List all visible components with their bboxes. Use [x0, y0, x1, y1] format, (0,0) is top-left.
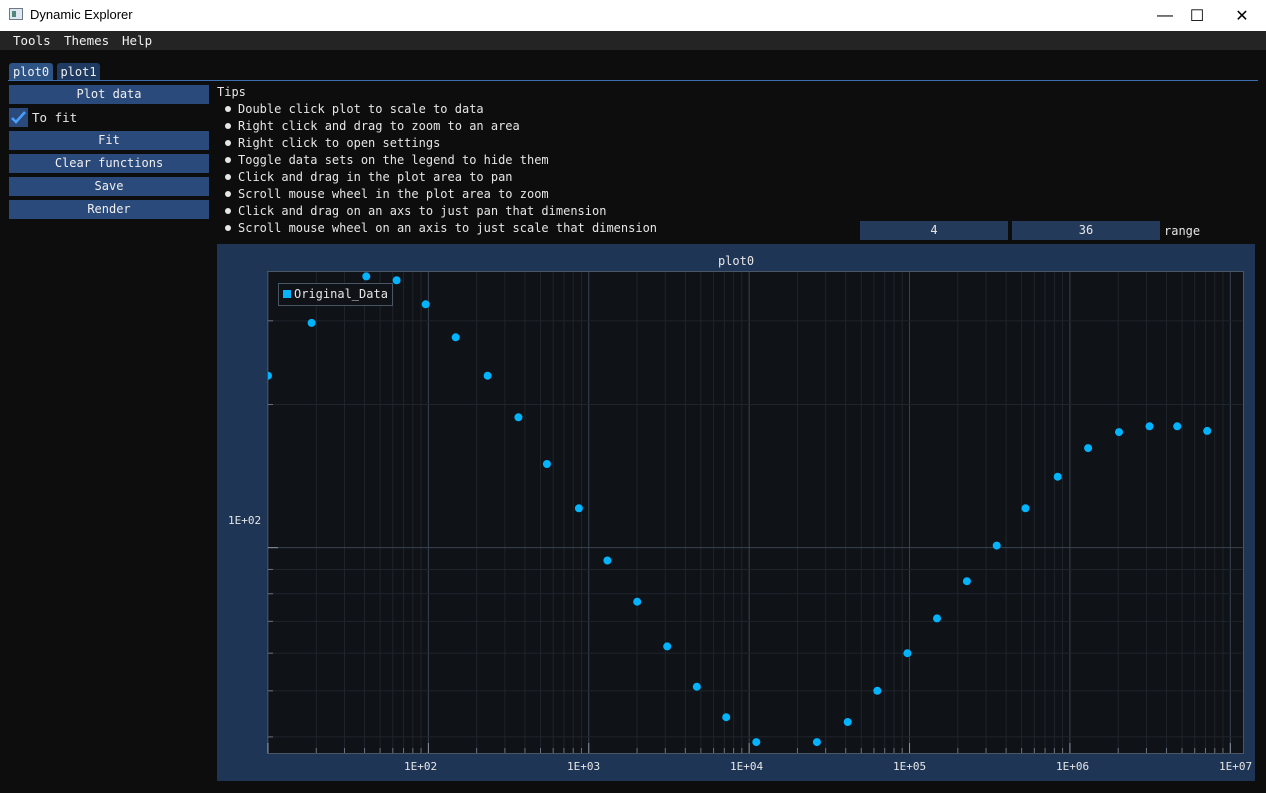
- menu-tools[interactable]: Tools: [13, 33, 51, 48]
- tip-item: Right click and drag to zoom to an area: [238, 119, 520, 133]
- app-icon: [9, 8, 23, 20]
- y-tick-label: 1E+02: [228, 514, 262, 527]
- tip-item: Right click to open settings: [238, 136, 441, 150]
- window-title: Dynamic Explorer: [30, 7, 133, 22]
- bullet-icon: [225, 157, 231, 163]
- bullet-icon: [225, 208, 231, 214]
- x-tick-label: 1E+03: [567, 760, 601, 773]
- bullet-icon: [225, 140, 231, 146]
- tip-item: Scroll mouse wheel on an axis to just sc…: [238, 221, 658, 235]
- range-min-input[interactable]: 4: [860, 221, 1008, 240]
- window-titlebar: Dynamic Explorer — ☐ ✕: [0, 0, 1266, 31]
- clear-functions-button[interactable]: Clear functions: [9, 154, 209, 173]
- plot-area[interactable]: [267, 271, 1244, 754]
- close-button[interactable]: ✕: [1219, 0, 1265, 31]
- tip-item: Click and drag in the plot area to pan: [238, 170, 513, 184]
- save-button[interactable]: Save: [9, 177, 209, 196]
- maximize-button[interactable]: ☐: [1174, 0, 1220, 31]
- menu-themes[interactable]: Themes: [64, 33, 109, 48]
- x-tick-label: 1E+06: [1056, 760, 1090, 773]
- render-button[interactable]: Render: [9, 200, 209, 219]
- bullet-icon: [225, 174, 231, 180]
- to-fit-label: To fit: [32, 110, 78, 125]
- plot-data-button[interactable]: Plot data: [9, 85, 209, 104]
- x-tick-label: 1E+04: [730, 760, 764, 773]
- tip-item: Click and drag on an axs to just pan tha…: [238, 204, 607, 218]
- plot-legend[interactable]: Original_Data: [278, 283, 393, 306]
- x-tick-label: 1E+05: [893, 760, 927, 773]
- bullet-icon: [225, 225, 231, 231]
- checkmark-icon: [11, 111, 26, 124]
- tips-title: Tips: [217, 85, 246, 99]
- range-max-input[interactable]: 36: [1012, 221, 1160, 240]
- bullet-icon: [225, 106, 231, 112]
- range-label: range: [1164, 224, 1201, 238]
- tip-item: Scroll mouse wheel in the plot area to z…: [238, 187, 549, 201]
- x-tick-label: 1E+02: [404, 760, 438, 773]
- tip-item: Toggle data sets on the legend to hide t…: [238, 153, 549, 167]
- bullet-icon: [225, 123, 231, 129]
- fit-button[interactable]: Fit: [9, 131, 209, 150]
- tab-underline: [8, 80, 1258, 81]
- to-fit-checkbox[interactable]: [9, 108, 28, 127]
- menu-bar: Tools Themes Help: [0, 31, 1266, 50]
- plot-title: plot0: [717, 254, 755, 268]
- legend-swatch: [283, 289, 291, 298]
- tab-plot0[interactable]: plot0: [9, 63, 53, 81]
- x-tick-label: 1E+07: [1219, 760, 1253, 773]
- tab-plot1[interactable]: plot1: [57, 63, 100, 81]
- bullet-icon: [225, 191, 231, 197]
- legend-label: Original_Data: [294, 287, 388, 301]
- tip-item: Double click plot to scale to data: [238, 102, 484, 116]
- menu-help[interactable]: Help: [122, 33, 152, 48]
